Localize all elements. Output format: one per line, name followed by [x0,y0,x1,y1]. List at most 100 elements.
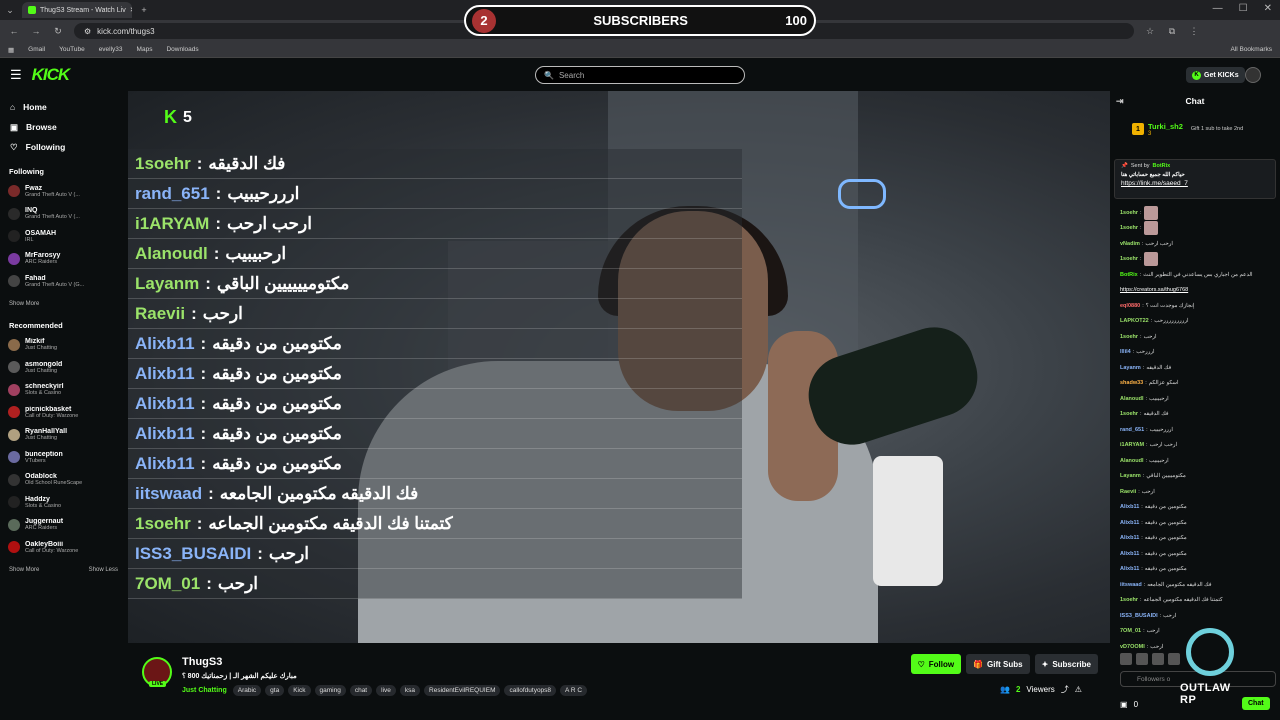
back-icon[interactable]: ← [8,26,20,36]
recommended-channel[interactable]: asmongoldJust Chatting10.8K [0,356,891,379]
following-channel[interactable]: FahadGrand Theft Auto V (G...791 [0,270,885,293]
stream-tag[interactable]: callofdutyops8 [504,685,557,696]
chat-username[interactable]: 1soehr [1120,411,1138,417]
chat-username[interactable]: Alixb11 [1120,566,1139,572]
chat-username[interactable]: Raevii [1120,489,1136,495]
chat-username[interactable]: ISS3_BUSAIDI [1120,613,1158,619]
chat-message[interactable]: shadw33: اسكو عزالكم [1120,376,1278,392]
nav-browse[interactable]: ▣ Browse [0,117,127,137]
chat-username[interactable]: BotRix [1120,272,1138,278]
stream-tag[interactable]: ResidentEvilREQUIEM [424,685,501,696]
nav-following[interactable]: ♡ Following [0,137,127,157]
chat-message[interactable]: Layanm: فك الدقيقه [1120,360,1278,376]
gift-subs-button[interactable]: 🎁 Gift Subs [966,654,1030,674]
chat-message[interactable]: i1ARYAM: ارحب ارحب [1120,438,1278,454]
stream-tag[interactable]: A R C [560,685,588,696]
report-icon[interactable]: ⚠ [1075,685,1082,694]
chat-username[interactable]: vNadim [1120,241,1140,247]
chat-message[interactable]: vNadim: ارحب ارحب [1120,236,1278,252]
chat-message[interactable]: eql0880: إنجازك موجدت انت ؟ [1120,298,1278,314]
emote-3[interactable] [1152,653,1164,665]
gift-leaderboard[interactable]: 1 Turki_sh2 3 Gift 1 sub to take 2nd [1110,111,1280,141]
chat-message[interactable]: Alixb11: مكتومين من دقيقه [1120,531,1278,547]
chat-message[interactable]: iitswaad: فك الدقيقه مكتومين الجامعه [1120,577,1278,593]
chat-username[interactable]: Alixb11 [1120,520,1139,526]
chat-username[interactable]: Alanoudl [1120,458,1144,464]
bookmark-gmail[interactable]: Gmail [28,46,45,53]
chat-username[interactable]: Alanoudl [1120,396,1144,402]
chat-username[interactable]: Alixb11 [1120,551,1139,557]
chat-username[interactable]: 1soehr [1120,225,1138,231]
chat-username[interactable]: LAPKOT22 [1120,318,1149,324]
pinned-message[interactable]: 📌 Sent by BotRix حياكم الله جميع حساباتي ه… [1114,159,1276,199]
extensions-icon[interactable]: ⧉ [1166,26,1178,37]
tab-close-icon[interactable]: ✕ [130,6,132,14]
recommended-channel[interactable]: schneckyirlSlots & Casino1.8K [0,379,888,402]
nav-home[interactable]: ⌂ Home [0,97,127,117]
following-channel[interactable]: FwazGrand Theft Auto V (...9.9K [0,180,888,203]
chat-username[interactable]: vD7OOMI [1120,644,1145,650]
recommended-channel[interactable]: MizkifJust Chatting6.6K [0,334,888,357]
stream-category[interactable]: Just Chatting [182,687,227,694]
chat-message[interactable]: ISS3_BUSAIDI: ارحب [1120,608,1278,624]
stream-tag[interactable]: gaming [314,685,346,696]
search-input[interactable]: 🔍 Search [535,66,745,84]
tab-list-icon[interactable]: ⌄ [4,5,16,16]
chat-username[interactable]: shadw33 [1120,380,1143,386]
chat-message[interactable]: 1soehr: [1120,221,1278,237]
video-player[interactable]: 1soehr: فك الدقيقه rand_651: ارررحيبيب i1ARY… [128,91,1110,643]
following-channel[interactable]: INQGrand Theft Auto V (...8.3K [0,203,888,226]
chat-username[interactable]: i1ARYAM [1120,442,1144,448]
send-chat-button[interactable]: Chat [1242,697,1270,710]
browser-tab-active[interactable]: ThugS3 Stream - Watch Liv ✕ [22,2,132,18]
chat-message[interactable]: rand_651: ارررحيبيب [1120,422,1278,438]
recommended-channel[interactable]: HaddzySlots & Casino1.8K [0,491,888,514]
share-icon[interactable]: ⤴ [1061,684,1069,695]
chat-username[interactable]: rand_651 [1120,427,1144,433]
following-channel[interactable]: MrFarosyyARC Raiders820 [0,248,885,271]
hamburger-menu-icon[interactable]: ☰ [10,67,22,83]
follow-button[interactable]: ♡ Follow [910,654,962,674]
chat-message[interactable]: LAPKOT22: ارررررررررحب [1120,314,1278,330]
recommended-channel[interactable]: bunceptionVTubers55 [0,446,881,469]
subscribe-button[interactable]: ✦ Subscribe [1034,654,1098,674]
chat-username[interactable]: eql0880 [1120,303,1140,309]
stream-tag[interactable]: ksa [399,685,421,696]
chat-message[interactable]: 1soehr: [1120,205,1278,221]
get-kicks-button[interactable]: K Get KICKs [1186,67,1245,83]
kicks-wallet-icon[interactable]: ▣ [1120,700,1128,709]
chat-message[interactable]: 1soehr: [1120,252,1278,268]
bookmark-evelly33[interactable]: evelly33 [99,46,123,53]
reload-icon[interactable]: ↻ [52,26,64,37]
chat-message[interactable]: Alixb11: مكتومين من دقيقه [1120,515,1278,531]
collapse-chat-icon[interactable]: ⇥ [1116,96,1124,107]
chat-message[interactable]: Layanm: مكتوميييين الباقي [1120,469,1278,485]
chat-username[interactable]: Alixb11 [1120,504,1139,510]
show-less-recommended[interactable]: Show Less [89,567,118,573]
recommended-channel[interactable]: JuggernautARC Raiders218 [0,514,885,537]
apps-icon[interactable]: ▦ [8,46,14,54]
show-more-recommended[interactable]: Show More [9,567,39,573]
site-info-icon[interactable]: ⚙ [84,27,91,36]
recommended-channel[interactable]: RyanHallYallJust Chatting80 [0,424,881,447]
chat-username[interactable]: Layanm [1120,365,1141,371]
chat-username[interactable]: 1soehr [1120,256,1138,262]
recommended-channel[interactable]: OdablockOld School RuneScape9.2K [0,469,888,492]
chat-username[interactable]: lllil4 [1120,349,1131,355]
chat-message[interactable]: Alanoudl: ارحبيبيب [1120,453,1278,469]
forward-icon[interactable]: → [30,26,42,36]
new-tab-icon[interactable]: + [138,5,150,15]
kick-logo[interactable]: KICK [32,65,71,85]
emote-2[interactable] [1136,653,1148,665]
pinned-link[interactable]: https://link.me/saeed_7 [1121,180,1269,187]
bookmark-downloads[interactable]: Downloads [166,46,198,53]
minimize-icon[interactable]: — [1213,3,1223,14]
menu-dots-icon[interactable]: ⋮ [1188,26,1200,37]
maximize-icon[interactable]: ☐ [1239,3,1248,14]
chat-message[interactable]: 1soehr: ارحب [1120,329,1278,345]
stream-tag[interactable]: Kick [288,685,311,696]
emote-1[interactable] [1120,653,1132,665]
show-more-following[interactable]: Show More [9,301,39,307]
bookmark-star-icon[interactable]: ☆ [1144,26,1156,37]
chat-username[interactable]: 7OM_01 [1120,628,1141,634]
